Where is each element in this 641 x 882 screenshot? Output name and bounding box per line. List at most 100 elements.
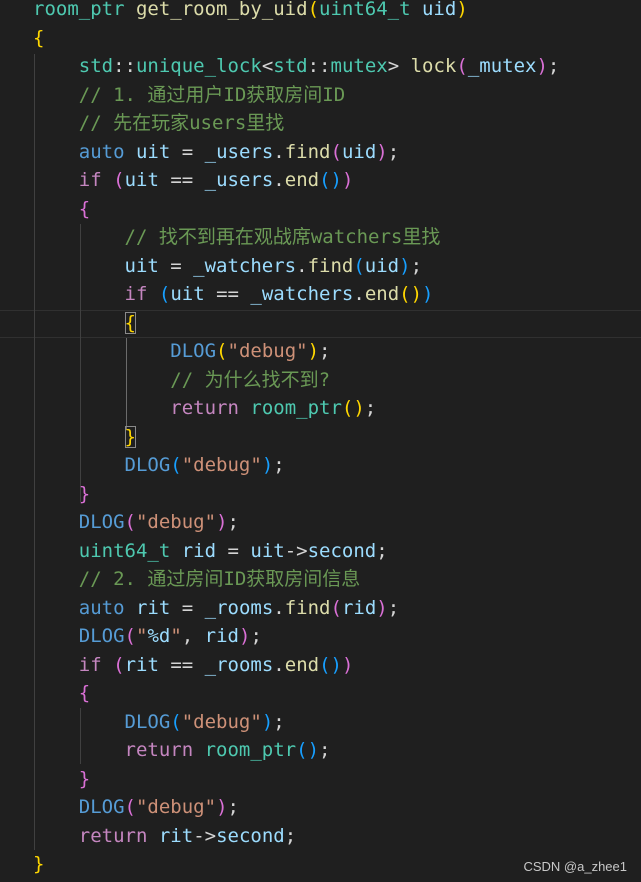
code-line[interactable]: // 1. 通过用户ID获取房间ID [33,81,345,110]
code-token: "debug" [181,454,262,476]
code-line[interactable]: if (uit == _watchers.end()) [33,280,434,309]
code-line[interactable]: } [33,480,90,509]
code-token: DLOG [170,340,217,362]
code-token: . [273,140,285,163]
code-token: ( [353,254,365,277]
code-token: . [296,254,308,277]
code-token: ; [376,539,388,562]
code-token: ; [547,55,560,77]
code-token: rid [204,625,239,647]
code-line[interactable]: { [33,309,136,338]
code-token: DLOG [124,454,171,476]
code-line[interactable]: auto rit = _rooms.find(rid); [33,594,399,623]
code-token: ( [113,169,125,191]
code-line[interactable]: // 先在玩家users里找 [33,109,285,138]
code-token: DLOG [124,710,171,733]
code-token: ; [387,140,400,163]
code-token: "debug" [227,340,308,362]
code-token: uit [170,283,205,305]
code-line[interactable]: room_ptr get_room_by_uid(uint64_t uid) [33,0,468,24]
code-line[interactable]: DLOG("debug"); [33,708,285,737]
code-line[interactable]: } [33,850,44,879]
code-token: rid [181,539,217,562]
code-line[interactable]: DLOG("debug"); [33,451,285,480]
code-line[interactable]: { [33,195,90,224]
code-line[interactable]: DLOG("debug"); [33,793,239,822]
code-line[interactable]: auto uit = _users.find(uid); [33,138,399,167]
code-token: { [33,26,45,49]
code-token: > [387,55,411,77]
code-token: { [78,197,91,220]
code-token: _watchers [250,283,354,305]
code-token: ( [216,340,228,362]
code-token: DLOG [78,625,125,647]
code-line[interactable]: { [33,24,44,53]
code-token: uit [135,140,171,163]
code-line[interactable]: uint64_t rid = uit->second; [33,537,388,566]
code-token: find [284,596,331,619]
code-line[interactable]: if (uit == _users.end()) [33,166,354,195]
code-token: ) [376,140,388,163]
code-token: "debug" [181,710,262,733]
code-token: ( [124,511,136,533]
code-token: find [307,254,354,277]
code-token: // 先在玩家users里找 [78,112,285,134]
code-token: if [124,283,148,305]
code-editor[interactable]: room_ptr get_room_by_uid(uint64_t uid){ … [0,0,641,882]
code-token: room_ptr [33,0,125,20]
code-line[interactable]: DLOG("debug"); [33,508,239,537]
code-token: :: [307,55,331,77]
code-token: ; [364,397,377,419]
code-token: ) [216,511,228,533]
code-line[interactable]: return room_ptr(); [33,394,376,423]
code-line[interactable]: return rit->second; [33,822,296,851]
code-token: // 2. 通过房间ID获取房间信息 [78,568,361,590]
code-token: _rooms [204,653,274,676]
code-token: () [296,739,320,761]
code-token: _users [204,169,274,191]
code-line[interactable]: // 找不到再在观战席watchers里找 [33,223,441,252]
code-token: second [216,824,285,847]
code-line[interactable]: std::unique_lock<std::mutex> lock(_mutex… [33,52,560,81]
code-token: " [135,625,148,647]
code-line[interactable]: return room_ptr(); [33,736,331,765]
code-line[interactable]: // 为什么找不到? [33,366,330,395]
code-line[interactable]: } [33,423,136,452]
code-token: ; [250,625,262,647]
code-token: , [181,625,205,647]
code-token: . [273,653,285,676]
code-token: ) [399,254,411,277]
code-token: ; [284,824,297,847]
code-line[interactable]: } [33,765,90,794]
code-line[interactable]: DLOG("debug"); [33,337,330,366]
code-token: unique_lock [135,55,262,77]
code-token: uid [341,140,377,163]
code-token: -> [193,824,217,847]
code-line[interactable]: { [33,679,90,708]
code-token: { [78,682,91,704]
code-line[interactable]: uit = _watchers.find(uid); [33,252,423,281]
code-token: second [307,539,377,562]
code-line[interactable]: if (rit == _rooms.end()) [33,651,354,680]
code-token: return [124,739,194,761]
code-line[interactable]: // 2. 通过房间ID获取房间信息 [33,565,361,594]
code-token: if [78,653,102,676]
code-line[interactable]: DLOG("%d", rid); [33,622,262,651]
code-token: == [204,283,251,305]
